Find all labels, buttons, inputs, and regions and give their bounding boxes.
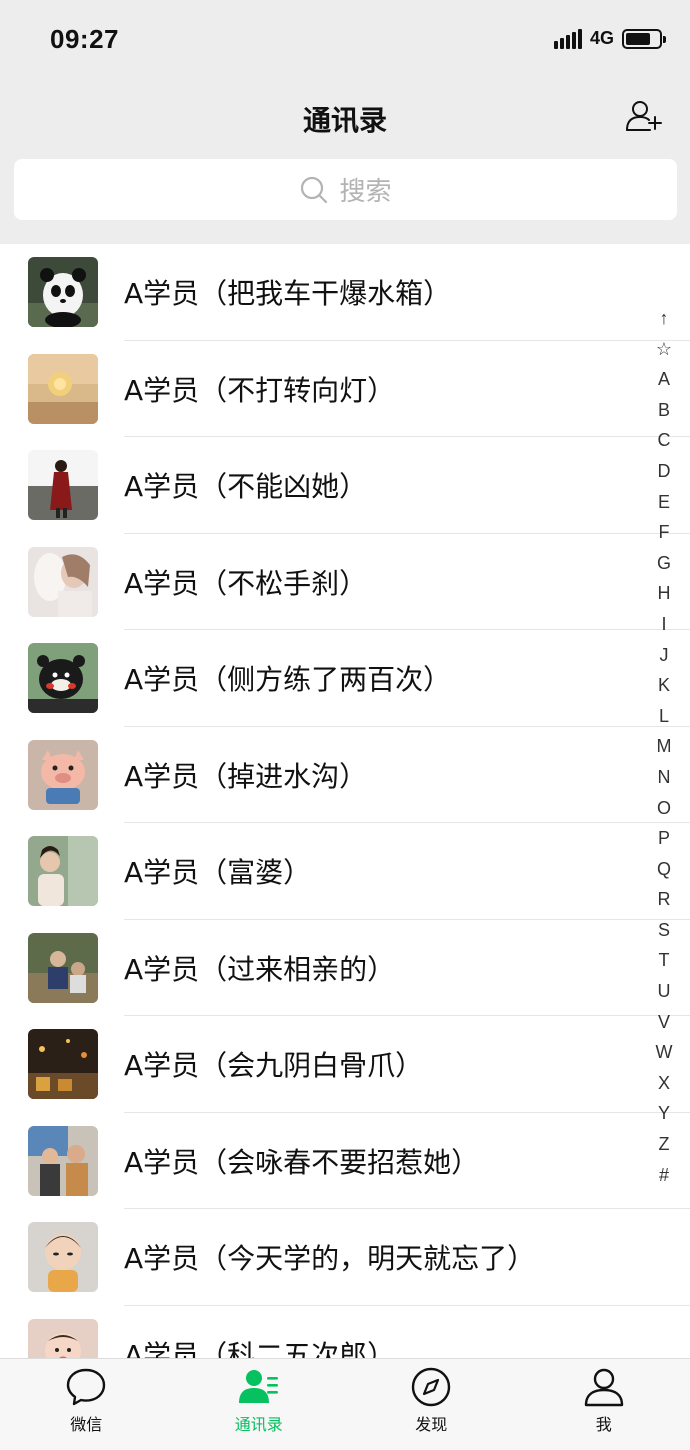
contact-name: A学员（不松手刹） xyxy=(124,566,368,600)
avatar xyxy=(28,257,98,328)
tab-label: 微信 xyxy=(70,1415,103,1434)
contact-item[interactable]: A学员（把我车干爆水箱） xyxy=(0,244,690,341)
index-letter[interactable]: H xyxy=(650,578,678,609)
page-title: 通讯录 xyxy=(302,104,387,137)
contact-item[interactable]: A学员（过来相亲的） xyxy=(0,920,690,1017)
avatar xyxy=(28,643,98,714)
avatar xyxy=(28,1222,98,1293)
chat-bubble-icon xyxy=(67,1368,106,1406)
index-letter[interactable]: P xyxy=(650,823,678,854)
contact-item[interactable]: A学员（不松手刹） xyxy=(0,534,690,631)
tab-contacts[interactable]: 通讯录 xyxy=(173,1359,346,1450)
network-type: 4G xyxy=(589,28,614,48)
person-icon xyxy=(584,1368,623,1407)
tab-bar: 微信 通讯录 发现 我 xyxy=(0,1358,690,1450)
contact-name: A学员（会咏春不要招惹她） xyxy=(124,1145,480,1179)
tab-me[interactable]: 我 xyxy=(518,1359,690,1450)
tab-label: 通讯录 xyxy=(234,1415,283,1434)
avatar xyxy=(28,546,98,617)
contact-list: A学员（把我车干爆水箱） A学员（不打转向灯） A学员（不能凶她） A学员（不松… xyxy=(0,244,690,1358)
tab-label: 发现 xyxy=(415,1415,448,1434)
index-letter[interactable]: M xyxy=(650,731,678,762)
add-friend-icon[interactable] xyxy=(624,96,664,136)
index-letter[interactable]: W xyxy=(650,1037,678,1068)
contacts-screen: 09:27 4G 通讯录 搜索 A学员（把我车干爆水箱） A学员（不打转向灯） … xyxy=(0,0,690,1450)
contact-item[interactable]: A学员（科二五次郎） xyxy=(0,1306,690,1358)
index-letter[interactable]: U xyxy=(650,976,678,1007)
status-indicators: 4G xyxy=(553,28,666,49)
contact-item[interactable]: A学员（今天学的，明天就忘了） xyxy=(0,1209,690,1306)
battery-icon xyxy=(622,28,666,49)
index-letter[interactable]: F xyxy=(650,517,678,548)
status-bar: 09:27 4G xyxy=(0,0,690,80)
status-time: 09:27 xyxy=(50,24,119,54)
index-letter[interactable]: V xyxy=(650,1007,678,1038)
contact-name: A学员（今天学的，明天就忘了） xyxy=(124,1242,536,1276)
index-letter[interactable]: S xyxy=(650,915,678,946)
index-letter[interactable]: ↑ xyxy=(650,303,678,334)
index-letter[interactable]: O xyxy=(650,793,678,824)
index-letter[interactable]: X xyxy=(650,1068,678,1099)
contact-item[interactable]: A学员（富婆） xyxy=(0,823,690,920)
avatar xyxy=(28,1318,98,1358)
index-letter[interactable]: G xyxy=(650,548,678,579)
search-placeholder: 搜索 xyxy=(339,177,392,207)
nav-header: 通讯录 xyxy=(0,80,690,155)
contact-name: A学员（科二五次郎） xyxy=(124,1338,396,1358)
index-letter[interactable]: D xyxy=(650,456,678,487)
index-letter[interactable]: I xyxy=(650,609,678,640)
avatar xyxy=(28,1125,98,1196)
index-letter[interactable]: Q xyxy=(650,854,678,885)
contact-name: A学员（过来相亲的） xyxy=(124,952,396,986)
search-input[interactable]: 搜索 xyxy=(14,159,677,220)
contact-item[interactable]: A学员（侧方练了两百次） xyxy=(0,630,690,727)
index-letter[interactable]: Y xyxy=(650,1098,678,1129)
avatar xyxy=(28,739,98,810)
contact-item[interactable]: A学员（不打转向灯） xyxy=(0,341,690,438)
index-letter[interactable]: L xyxy=(650,701,678,732)
contact-name: A学员（富婆） xyxy=(124,856,312,890)
index-letter[interactable]: ☆ xyxy=(650,334,678,365)
index-letter[interactable]: R xyxy=(650,884,678,915)
contact-item[interactable]: A学员（会咏春不要招惹她） xyxy=(0,1113,690,1210)
contacts-icon xyxy=(238,1370,278,1403)
contact-item[interactable]: A学员（掉进水沟） xyxy=(0,727,690,824)
avatar xyxy=(28,353,98,424)
index-letter[interactable]: J xyxy=(650,640,678,671)
tab-label: 我 xyxy=(595,1415,612,1434)
index-letter[interactable]: T xyxy=(650,945,678,976)
contact-name: A学员（会九阴白骨爪） xyxy=(124,1049,424,1083)
contact-item[interactable]: A学员（会九阴白骨爪） xyxy=(0,1016,690,1113)
avatar xyxy=(28,450,98,521)
contact-name: A学员（不打转向灯） xyxy=(124,373,396,407)
contact-name: A学员（不能凶她） xyxy=(124,470,368,504)
avatar xyxy=(28,1029,98,1100)
contact-name: A学员（掉进水沟） xyxy=(124,759,368,793)
index-letter[interactable]: Z xyxy=(650,1129,678,1160)
index-letter[interactable]: N xyxy=(650,762,678,793)
index-letter[interactable]: E xyxy=(650,487,678,518)
avatar xyxy=(28,932,98,1003)
index-letter[interactable]: C xyxy=(650,425,678,456)
index-letter[interactable]: B xyxy=(650,395,678,426)
tab-chats[interactable]: 微信 xyxy=(0,1359,173,1450)
contact-name: A学员（把我车干爆水箱） xyxy=(124,277,452,311)
index-letter[interactable]: K xyxy=(650,670,678,701)
signal-icon xyxy=(553,28,582,49)
contact-item[interactable]: A学员（不能凶她） xyxy=(0,437,690,534)
index-letter[interactable]: # xyxy=(650,1160,678,1191)
tab-discover[interactable]: 发现 xyxy=(345,1359,518,1450)
search-icon xyxy=(301,176,328,203)
alphabet-index[interactable]: ↑ ☆ A B C D E F G H I J K L M N O P Q R … xyxy=(650,303,678,1190)
avatar xyxy=(28,836,98,907)
compass-icon xyxy=(412,1367,451,1407)
index-letter[interactable]: A xyxy=(650,364,678,395)
contact-name: A学员（侧方练了两百次） xyxy=(124,663,452,697)
